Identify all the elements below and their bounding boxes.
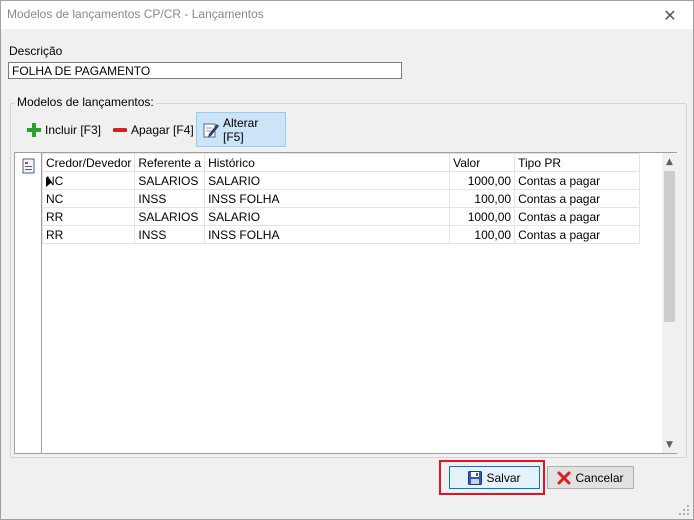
descricao-input[interactable] <box>8 62 402 79</box>
cell-tipo[interactable]: Contas a pagar <box>514 207 641 226</box>
lancamentos-grid: Credor/Devedor Referente a Histórico Val… <box>14 152 677 454</box>
group-label: Modelos de lançamentos: <box>15 95 156 109</box>
grid-table: Credor/Devedor Referente a Histórico Val… <box>41 153 641 244</box>
resize-grip-icon[interactable] <box>678 504 690 516</box>
cell-referente[interactable]: INSS <box>134 189 206 208</box>
cell-tipo[interactable]: Contas a pagar <box>514 189 641 208</box>
cancelar-label: Cancelar <box>575 470 624 485</box>
incluir-button[interactable]: Incluir [F3] <box>20 112 108 147</box>
close-button[interactable]: ✕ <box>647 1 693 29</box>
cell-historico[interactable]: INSS FOLHA <box>204 225 451 244</box>
cell-credor[interactable]: RR <box>41 207 136 226</box>
red-x-icon <box>557 471 571 485</box>
incluir-label: Incluir [F3] <box>45 122 102 137</box>
cell-credor[interactable]: NC <box>41 189 136 208</box>
col-header-referente[interactable]: Referente a <box>134 153 206 172</box>
cell-historico[interactable]: SALARIO <box>204 207 451 226</box>
table-row[interactable]: RR INSS INSS FOLHA 100,00 Contas a pagar <box>41 225 641 244</box>
row-indicator-column <box>15 153 42 453</box>
window-title: Modelos de lançamentos CP/CR - Lançament… <box>7 7 264 21</box>
cancelar-button[interactable]: Cancelar <box>547 466 634 489</box>
apagar-button[interactable]: Apagar [F4] <box>106 112 201 147</box>
grid-vertical-scrollbar[interactable]: ▲ ▼ <box>662 153 677 453</box>
edit-icon <box>203 122 219 138</box>
cell-tipo[interactable]: Contas a pagar <box>514 225 641 244</box>
scroll-thumb[interactable] <box>664 171 675 322</box>
cell-valor[interactable]: 1000,00 <box>449 171 516 190</box>
alterar-label: Alterar [F5] <box>223 115 259 144</box>
cell-valor[interactable]: 1000,00 <box>449 207 516 226</box>
apagar-label: Apagar [F4] <box>131 122 194 137</box>
descricao-label: Descrição <box>9 44 63 58</box>
col-header-tipo[interactable]: Tipo PR <box>514 153 641 172</box>
cell-valor[interactable]: 100,00 <box>449 225 516 244</box>
floppy-disk-icon <box>468 470 483 485</box>
table-row[interactable]: RR SALARIOS SALARIO 1000,00 Contas a pag… <box>41 207 641 226</box>
cell-referente[interactable]: SALARIOS <box>134 171 206 190</box>
scroll-down-icon[interactable]: ▼ <box>662 436 677 453</box>
title-bar: Modelos de lançamentos CP/CR - Lançament… <box>1 1 693 29</box>
alterar-button[interactable]: Alterar [F5] <box>196 112 286 147</box>
cell-historico[interactable]: SALARIO <box>204 171 451 190</box>
col-header-valor[interactable]: Valor <box>449 153 516 172</box>
salvar-button[interactable]: Salvar <box>449 466 540 489</box>
col-header-historico[interactable]: Histórico <box>204 153 451 172</box>
col-header-credor[interactable]: Credor/Devedor <box>41 153 136 172</box>
cell-credor[interactable]: RR <box>41 225 136 244</box>
cell-referente[interactable]: INSS <box>134 225 206 244</box>
minus-icon <box>113 123 127 137</box>
grid-header-row: Credor/Devedor Referente a Histórico Val… <box>41 153 641 172</box>
cell-referente[interactable]: SALARIOS <box>134 207 206 226</box>
cell-credor[interactable]: NC <box>41 171 136 190</box>
table-row[interactable]: NC SALARIOS SALARIO 1000,00 Contas a pag… <box>41 171 641 190</box>
dialog-window: Modelos de lançamentos CP/CR - Lançament… <box>0 0 694 520</box>
close-icon: ✕ <box>663 5 677 25</box>
document-icon[interactable] <box>22 158 36 177</box>
table-row[interactable]: NC INSS INSS FOLHA 100,00 Contas a pagar <box>41 189 641 208</box>
cell-tipo[interactable]: Contas a pagar <box>514 171 641 190</box>
cell-historico[interactable]: INSS FOLHA <box>204 189 451 208</box>
salvar-label: Salvar <box>486 470 521 485</box>
cell-valor[interactable]: 100,00 <box>449 189 516 208</box>
grid-toolbar: Incluir [F3] Apagar [F4] Alterar [F5] <box>14 112 684 149</box>
plus-icon <box>27 122 41 137</box>
scroll-up-icon[interactable]: ▲ <box>662 153 677 170</box>
